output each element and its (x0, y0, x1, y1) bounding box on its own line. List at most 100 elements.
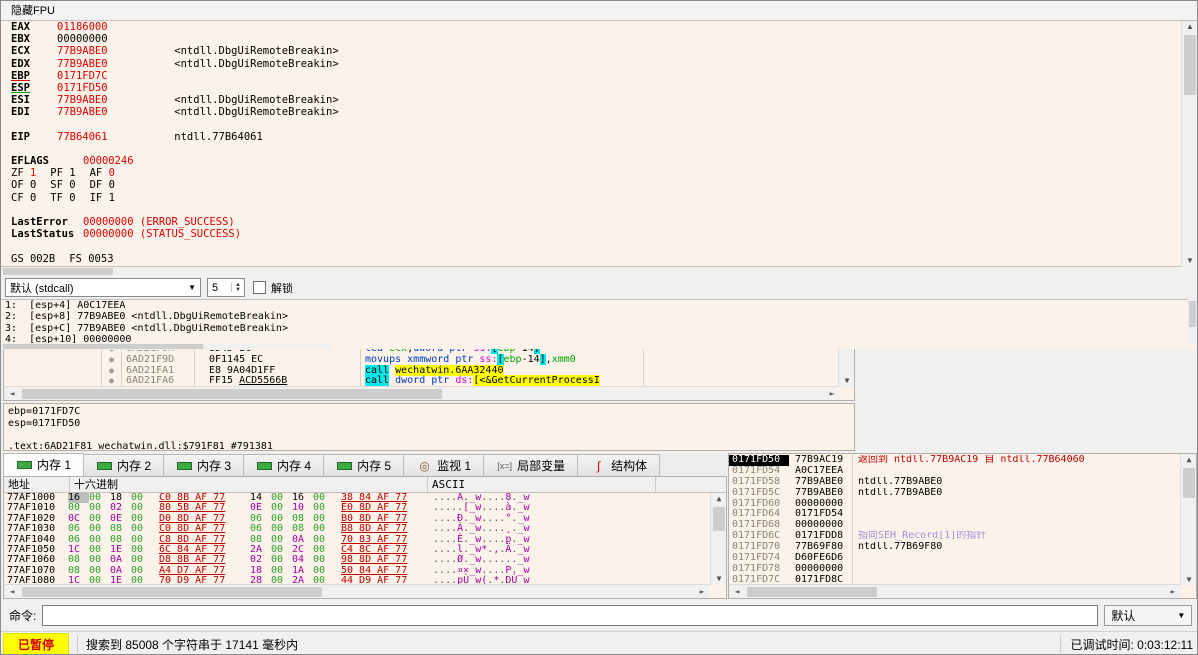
register-line[interactable]: LastError00000000 (ERROR_SUCCESS) (1, 216, 1197, 228)
registers-vscrollbar[interactable]: ▲ ▼ (1181, 21, 1197, 267)
scroll-thumb[interactable] (1189, 301, 1196, 327)
tab-监视 1[interactable]: ◎监视 1 (403, 454, 484, 476)
register-line[interactable]: ESP0171FD50 (1, 82, 1197, 94)
scroll-thumb[interactable] (713, 507, 725, 531)
stack-vscrollbar[interactable]: ▲ ▼ (1180, 454, 1196, 586)
register-line[interactable] (1, 143, 1197, 155)
stack-row[interactable]: 0171FD5C77B9ABE0ntdll.77B9ABE0 (729, 488, 1179, 499)
disasm-hscrollbar[interactable]: ◄ ► (4, 386, 839, 400)
register-line[interactable]: EBP0171FD7C (1, 70, 1197, 82)
register-line[interactable]: EDI77B9ABE0 <ntdll.DbgUiRemoteBreakin> (1, 106, 1197, 118)
hide-fpu-button[interactable]: 隐藏FPU (1, 1, 1197, 21)
register-line[interactable]: EFLAGS00000246 (1, 155, 1197, 167)
jump-arrow-margin (4, 376, 102, 386)
calling-convention-bar: 默认 (stdcall) ▼ 5 ▲▼ 解锁 (1, 276, 1197, 299)
breakpoint-dot-icon[interactable]: ● (102, 366, 122, 377)
register-value: 77B64061 (57, 131, 149, 143)
register-line[interactable] (1, 119, 1197, 131)
unlock-checkbox[interactable] (253, 281, 266, 294)
scroll-thumb[interactable] (3, 268, 113, 275)
stack-comment (853, 575, 1179, 584)
argument-line[interactable]: 2: [esp+8] 77B9ABE0 <ntdll.DbgUiRemoteBr… (1, 311, 1197, 322)
dump-header-address: 地址 (4, 477, 70, 492)
chevron-down-icon: ▼ (1177, 611, 1185, 620)
tab-内存 1[interactable]: 内存 1 (3, 453, 84, 476)
register-line[interactable]: GS 002BFS 0053 (1, 253, 1197, 265)
stack-row[interactable]: 0171FD7C0171FD8C (729, 575, 1179, 584)
flag-value: 1 (109, 192, 115, 204)
tab-局部变量[interactable]: [x=]局部变量 (483, 454, 578, 476)
disasm-row[interactable]: ●6AD21FA6FF15 ACD5566Bcall dword ptr ds:… (4, 376, 837, 386)
instr-token: xmm0 (552, 354, 576, 365)
command-dropdown[interactable]: 默认 ▼ (1104, 605, 1192, 626)
flag-value: 0053 (88, 253, 113, 265)
flag-CF: CF 0 (11, 192, 36, 204)
register-line[interactable]: EBX00000000 (1, 33, 1197, 45)
stepper-arrows[interactable]: ▲▼ (231, 283, 244, 292)
register-line[interactable]: EIP77B64061 ntdll.77B64061 (1, 131, 1197, 143)
flag-value: 1 (69, 167, 75, 179)
flag-DF: DF 0 (90, 179, 115, 191)
tab-内存 4[interactable]: 内存 4 (243, 454, 324, 476)
register-line[interactable] (1, 240, 1197, 252)
instr-token: wechatwin.6AA32440 (395, 365, 503, 376)
arg-depth-stepper[interactable]: 5 ▲▼ (207, 278, 245, 297)
register-line[interactable]: ZF 1PF 1AF 0 (1, 167, 1197, 179)
stack-comment (853, 509, 1179, 520)
tab-内存 2[interactable]: 内存 2 (83, 454, 164, 476)
ascii-char: w (523, 534, 529, 545)
registers-hscrollbar[interactable] (1, 267, 1197, 276)
instr-token: ds: (455, 375, 473, 386)
dump-byte: 08 (110, 524, 131, 534)
flag-SF: SF 0 (50, 179, 75, 191)
breakpoint-dot-icon[interactable]: ● (102, 355, 122, 366)
flag-FS: FS 0053 (69, 253, 113, 265)
scroll-thumb[interactable] (22, 389, 442, 399)
argument-line[interactable]: 1: [esp+4] A0C17EEA (1, 300, 1197, 311)
arguments-hscrollbar[interactable] (1, 343, 332, 350)
disasm-row[interactable]: ●6AD21F9D0F1145 ECmovups xmmword ptr ss:… (4, 355, 837, 366)
dump-hex: 06000800C0 8D AF 7706000800B8 8D AF 77 (68, 524, 425, 534)
register-line[interactable] (1, 204, 1197, 216)
register-line[interactable]: LastStatus00000000 (STATUS_SUCCESS) (1, 228, 1197, 240)
dump-rows: 77AF100016001800C0 8B AF 771400160038 84… (4, 493, 709, 585)
dump-vscrollbar[interactable]: ▲ ▼ (710, 493, 726, 585)
arguments-vscrollbar[interactable] (1188, 299, 1197, 343)
calling-convention-select[interactable]: 默认 (stdcall) ▼ (5, 278, 201, 297)
flag-ZF: ZF 1 (11, 167, 36, 179)
register-line[interactable]: EDX77B9ABE0 <ntdll.DbgUiRemoteBreakin> (1, 58, 1197, 70)
dump-row[interactable]: 77AF103006000800C0 8D AF 7706000800B8 8D… (4, 524, 709, 534)
ascii-char: w (523, 554, 529, 565)
register-line[interactable]: ECX77B9ABE0 <ntdll.DbgUiRemoteBreakin> (1, 45, 1197, 57)
command-input[interactable] (42, 605, 1098, 626)
stack-value: 77B9ABE0 (789, 488, 853, 499)
stack-comment (853, 466, 1179, 477)
tab-内存 3[interactable]: 内存 3 (163, 454, 244, 476)
stepper-down-icon[interactable]: ▼ (232, 288, 244, 293)
scroll-thumb[interactable] (22, 587, 322, 597)
register-line[interactable]: OF 0SF 0DF 0 (1, 179, 1197, 191)
scroll-thumb[interactable] (1183, 468, 1195, 498)
flag-name: GS (11, 253, 30, 265)
tab-label: 内存 2 (117, 457, 151, 474)
register-value: 00000000 (STATUS_SUCCESS) (83, 228, 241, 240)
tab-结构体[interactable]: ∫结构体 (577, 454, 660, 476)
stack-hscrollbar[interactable]: ◄ ► (729, 584, 1181, 598)
tab-内存 5[interactable]: 内存 5 (323, 454, 404, 476)
register-line[interactable]: ESI77B9ABE0 <ntdll.DbgUiRemoteBreakin> (1, 94, 1197, 106)
flag-IF: IF 1 (90, 192, 115, 204)
scroll-down-icon: ▼ (711, 573, 727, 585)
scroll-thumb[interactable] (747, 587, 877, 597)
stack-comment (853, 564, 1179, 575)
breakpoint-dot-icon[interactable]: ● (102, 376, 122, 386)
dump-byte: 00 (271, 524, 292, 534)
scroll-thumb[interactable] (3, 344, 203, 349)
debug-time: 已调试时间: 0:03:12:11 (1071, 636, 1194, 653)
dump-hscrollbar[interactable]: ◄ ► (4, 584, 710, 598)
argument-line[interactable]: 3: [esp+C] 77B9ABE0 <ntdll.DbgUiRemoteBr… (1, 323, 1197, 334)
register-line[interactable]: EAX01186000 (1, 21, 1197, 33)
tab-label: 内存 4 (277, 457, 311, 474)
register-line[interactable]: CF 0TF 0IF 1 (1, 192, 1197, 204)
scroll-thumb[interactable] (1184, 35, 1196, 95)
instr-token: call (365, 365, 389, 376)
